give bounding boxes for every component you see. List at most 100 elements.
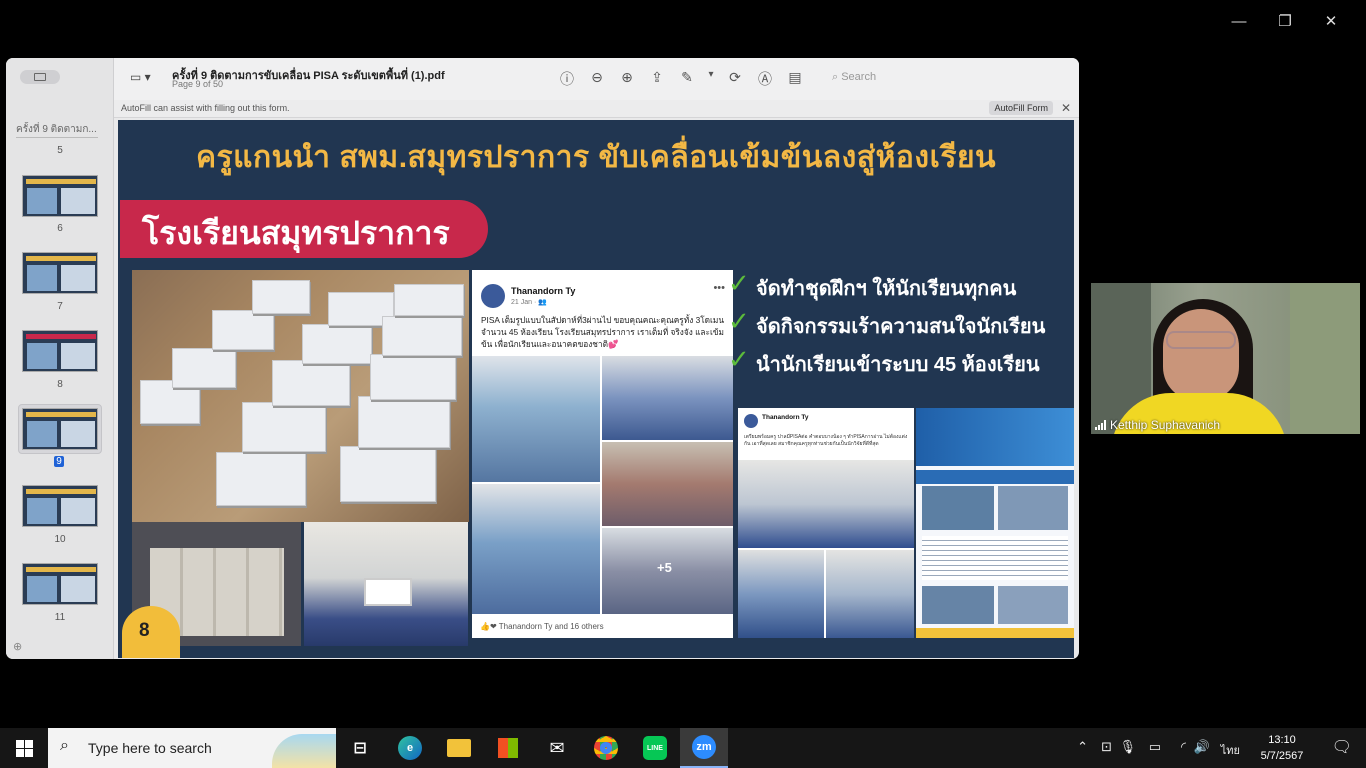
chevron-down-icon[interactable]: ▾ bbox=[702, 69, 720, 89]
sidebar-toggle-button[interactable] bbox=[20, 70, 60, 84]
page-indicator: Page 9 of 50 bbox=[172, 79, 224, 89]
sidebar-icon bbox=[34, 73, 46, 81]
post-text: PISA เต็มรูปแบบในสัปดาห์ที่3ผ่านไป ขอบคุ… bbox=[481, 315, 725, 349]
chevron-up-icon[interactable]: ⌃ bbox=[1077, 739, 1088, 755]
sidebar-document-title: ครั้งที่ 9 ติดตามก... bbox=[16, 124, 97, 135]
file-explorer-button[interactable] bbox=[435, 728, 483, 768]
store-icon bbox=[498, 738, 518, 758]
thumbnail-label: 6 bbox=[57, 223, 63, 234]
post-photo bbox=[472, 484, 600, 614]
zoom-in-icon[interactable]: ⊕ bbox=[612, 69, 642, 89]
info-icon[interactable]: ⓘ bbox=[552, 69, 582, 89]
thumbnail-page-11[interactable] bbox=[22, 563, 98, 605]
pdf-viewer-window: ครั้งที่ 9 ติดตามก... 5 6 7 8 9 10 11 ⊕ … bbox=[6, 58, 1079, 659]
folder-icon bbox=[447, 739, 471, 757]
pdf-toolbar: ▭ ▾ ครั้งที่ 9 ติดตามการขับเคลื่อน PISA … bbox=[114, 58, 1079, 100]
post-author: Thanandorn Ty bbox=[762, 414, 809, 421]
add-icon[interactable]: ⊕ bbox=[13, 640, 22, 653]
markup-pen-icon[interactable]: ✎ bbox=[672, 69, 702, 89]
post-author: Thanandorn Ty bbox=[511, 286, 576, 296]
close-icon[interactable]: ✕ bbox=[1061, 101, 1071, 115]
clock-time: 13:10 bbox=[1268, 734, 1296, 746]
windows-logo-icon bbox=[15, 739, 33, 757]
ribbon-label: โรงเรียนสมุทรปราการ bbox=[142, 215, 450, 251]
thumbnail-page-6[interactable] bbox=[22, 175, 98, 217]
annotate-icon[interactable]: Ⓐ bbox=[750, 69, 780, 89]
thumbnail-page-8[interactable] bbox=[22, 330, 98, 372]
more-photos-count: +5 bbox=[657, 560, 672, 575]
zoom-button[interactable]: zm bbox=[680, 728, 728, 768]
autofill-form-button[interactable]: AutoFill Form bbox=[989, 101, 1053, 115]
zoom-icon: zm bbox=[692, 735, 716, 759]
post-photo: +5 bbox=[602, 528, 733, 614]
avatar bbox=[744, 414, 758, 428]
toolbar-icons: ⓘ ⊖ ⊕ ⇪ ✎ ▾ ⟳ Ⓐ ▤ bbox=[552, 69, 810, 89]
school-poster bbox=[916, 408, 1074, 638]
mail-button[interactable]: ✉ bbox=[533, 728, 581, 768]
thumbnail-label: 10 bbox=[54, 534, 66, 545]
school-ribbon: โรงเรียนสมุทรปราการ bbox=[120, 200, 488, 258]
task-view-icon: ⊟ bbox=[353, 740, 367, 757]
photo-worksheets bbox=[132, 270, 469, 522]
close-button[interactable]: ✕ bbox=[1308, 8, 1354, 34]
line-icon: LINE bbox=[643, 736, 667, 760]
clock-date: 5/7/2567 bbox=[1260, 750, 1304, 762]
battery-icon[interactable]: ▭ bbox=[1149, 739, 1161, 755]
check-item: ✓ จัดทำชุดฝึกฯ ให้นักเรียนทุกคน bbox=[728, 268, 1017, 300]
search-placeholder: Type here to search bbox=[88, 740, 212, 756]
volume-icon[interactable]: 🔊 bbox=[1194, 739, 1210, 755]
clock[interactable]: 13:10 5/7/2567 bbox=[1252, 732, 1312, 764]
form-fill-icon[interactable]: ▤ bbox=[780, 69, 810, 89]
thumbnail-label: 7 bbox=[57, 301, 63, 312]
thumbnail-page-7[interactable] bbox=[22, 252, 98, 294]
post-text: เตรียมพร้อมครู ปาลมีPISAต่อ คำตอบบางน้อง… bbox=[744, 434, 908, 447]
notification-icon[interactable]: 🗨 bbox=[1332, 737, 1352, 757]
edge-button[interactable]: e bbox=[386, 728, 434, 768]
post-photo bbox=[738, 550, 824, 638]
more-icon: ••• bbox=[713, 282, 725, 294]
divider bbox=[16, 137, 98, 138]
participant-name: Ketthip Suphavanich bbox=[1095, 418, 1220, 432]
post-photo bbox=[602, 442, 733, 526]
line-button[interactable]: LINE bbox=[631, 728, 679, 768]
badge-number: 8 bbox=[139, 620, 150, 641]
facebook-post-2: Thanandorn Ty เตรียมพร้อมครู ปาลมีPISAต่… bbox=[738, 408, 914, 638]
task-view-button[interactable]: ⊟ bbox=[336, 728, 384, 768]
restore-button[interactable]: ❐ bbox=[1262, 8, 1308, 34]
taskbar-search[interactable]: ⌕ Type here to search bbox=[48, 728, 336, 768]
rotate-icon[interactable]: ⟳ bbox=[720, 69, 750, 89]
thumbnail-page-9[interactable] bbox=[22, 408, 98, 450]
avatar bbox=[481, 284, 505, 308]
thumbnail-page-10[interactable] bbox=[22, 485, 98, 527]
taskbar: ⌕ Type here to search ⊟ e ✉ LINE zm ⌃ ⊡ … bbox=[0, 728, 1366, 768]
chrome-button[interactable] bbox=[582, 728, 630, 768]
autofill-message: AutoFill can assist with filling out thi… bbox=[121, 103, 290, 113]
language-indicator[interactable]: ไทย bbox=[1221, 741, 1240, 759]
start-button[interactable] bbox=[0, 728, 48, 768]
share-icon[interactable]: ⇪ bbox=[642, 69, 672, 89]
video-participant-tile[interactable]: Ketthip Suphavanich bbox=[1091, 283, 1360, 434]
check-item: ✓ นำนักเรียนเข้าระบบ 45 ห้องเรียน bbox=[728, 344, 1040, 376]
chrome-icon bbox=[594, 736, 618, 760]
friends-icon: 👥 bbox=[538, 299, 547, 306]
search-field[interactable]: ⌕ Search bbox=[832, 71, 876, 84]
check-icon: ✓ bbox=[728, 306, 750, 336]
thumbnail-label: 8 bbox=[57, 379, 63, 390]
post-photo bbox=[472, 356, 600, 482]
store-button[interactable] bbox=[484, 728, 532, 768]
wifi-icon[interactable]: ◜ bbox=[1181, 739, 1186, 755]
sidebar-view-icon[interactable]: ▭ ▾ bbox=[130, 70, 151, 84]
post-photo bbox=[602, 356, 733, 440]
meet-now-icon[interactable]: ⊡ bbox=[1101, 739, 1112, 755]
post-reactions: 👍❤ Thanandorn Ty and 16 others bbox=[480, 622, 604, 631]
search-placeholder: Search bbox=[841, 71, 877, 83]
zoom-out-icon[interactable]: ⊖ bbox=[582, 69, 612, 89]
signal-icon bbox=[1095, 420, 1106, 430]
minimize-button[interactable]: — bbox=[1216, 8, 1262, 34]
checklist: ✓ จัดทำชุดฝึกฯ ให้นักเรียนทุกคน ✓ จัดกิจกร… bbox=[728, 268, 1074, 382]
slide-title: ครูแกนนำ สพม.สมุทรปราการ ขับเคลื่อนเข้มข… bbox=[195, 141, 997, 174]
check-item: ✓ จัดกิจกรรมเร้าความสนใจนักเรียน bbox=[728, 306, 1046, 338]
post-time: 21 Jan · 👥 bbox=[511, 299, 547, 306]
post-photo bbox=[738, 460, 914, 548]
microphone-icon[interactable]: 🎙 bbox=[1119, 739, 1136, 755]
